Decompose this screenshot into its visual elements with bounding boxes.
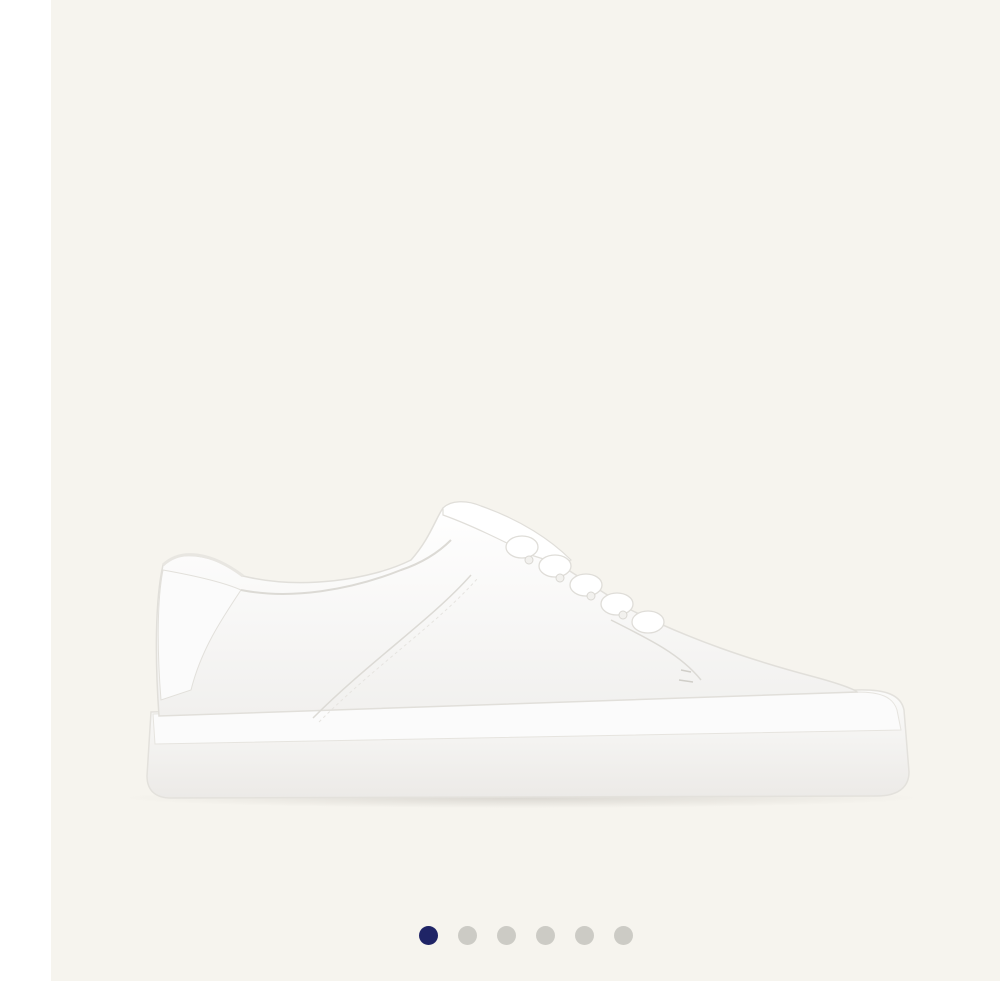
product-page [0,0,1000,1000]
carousel-dot-1[interactable] [418,926,438,945]
carousel-dot-2[interactable] [457,926,477,945]
carousel-dot-4[interactable] [535,926,555,945]
carousel-dot-6[interactable] [613,926,633,945]
carousel-dot-3[interactable] [496,926,516,945]
carousel-dot-5[interactable] [574,926,594,945]
carousel-pagination [51,926,1000,948]
product-image-gallery[interactable] [51,0,1000,981]
sneaker-image [121,501,921,808]
